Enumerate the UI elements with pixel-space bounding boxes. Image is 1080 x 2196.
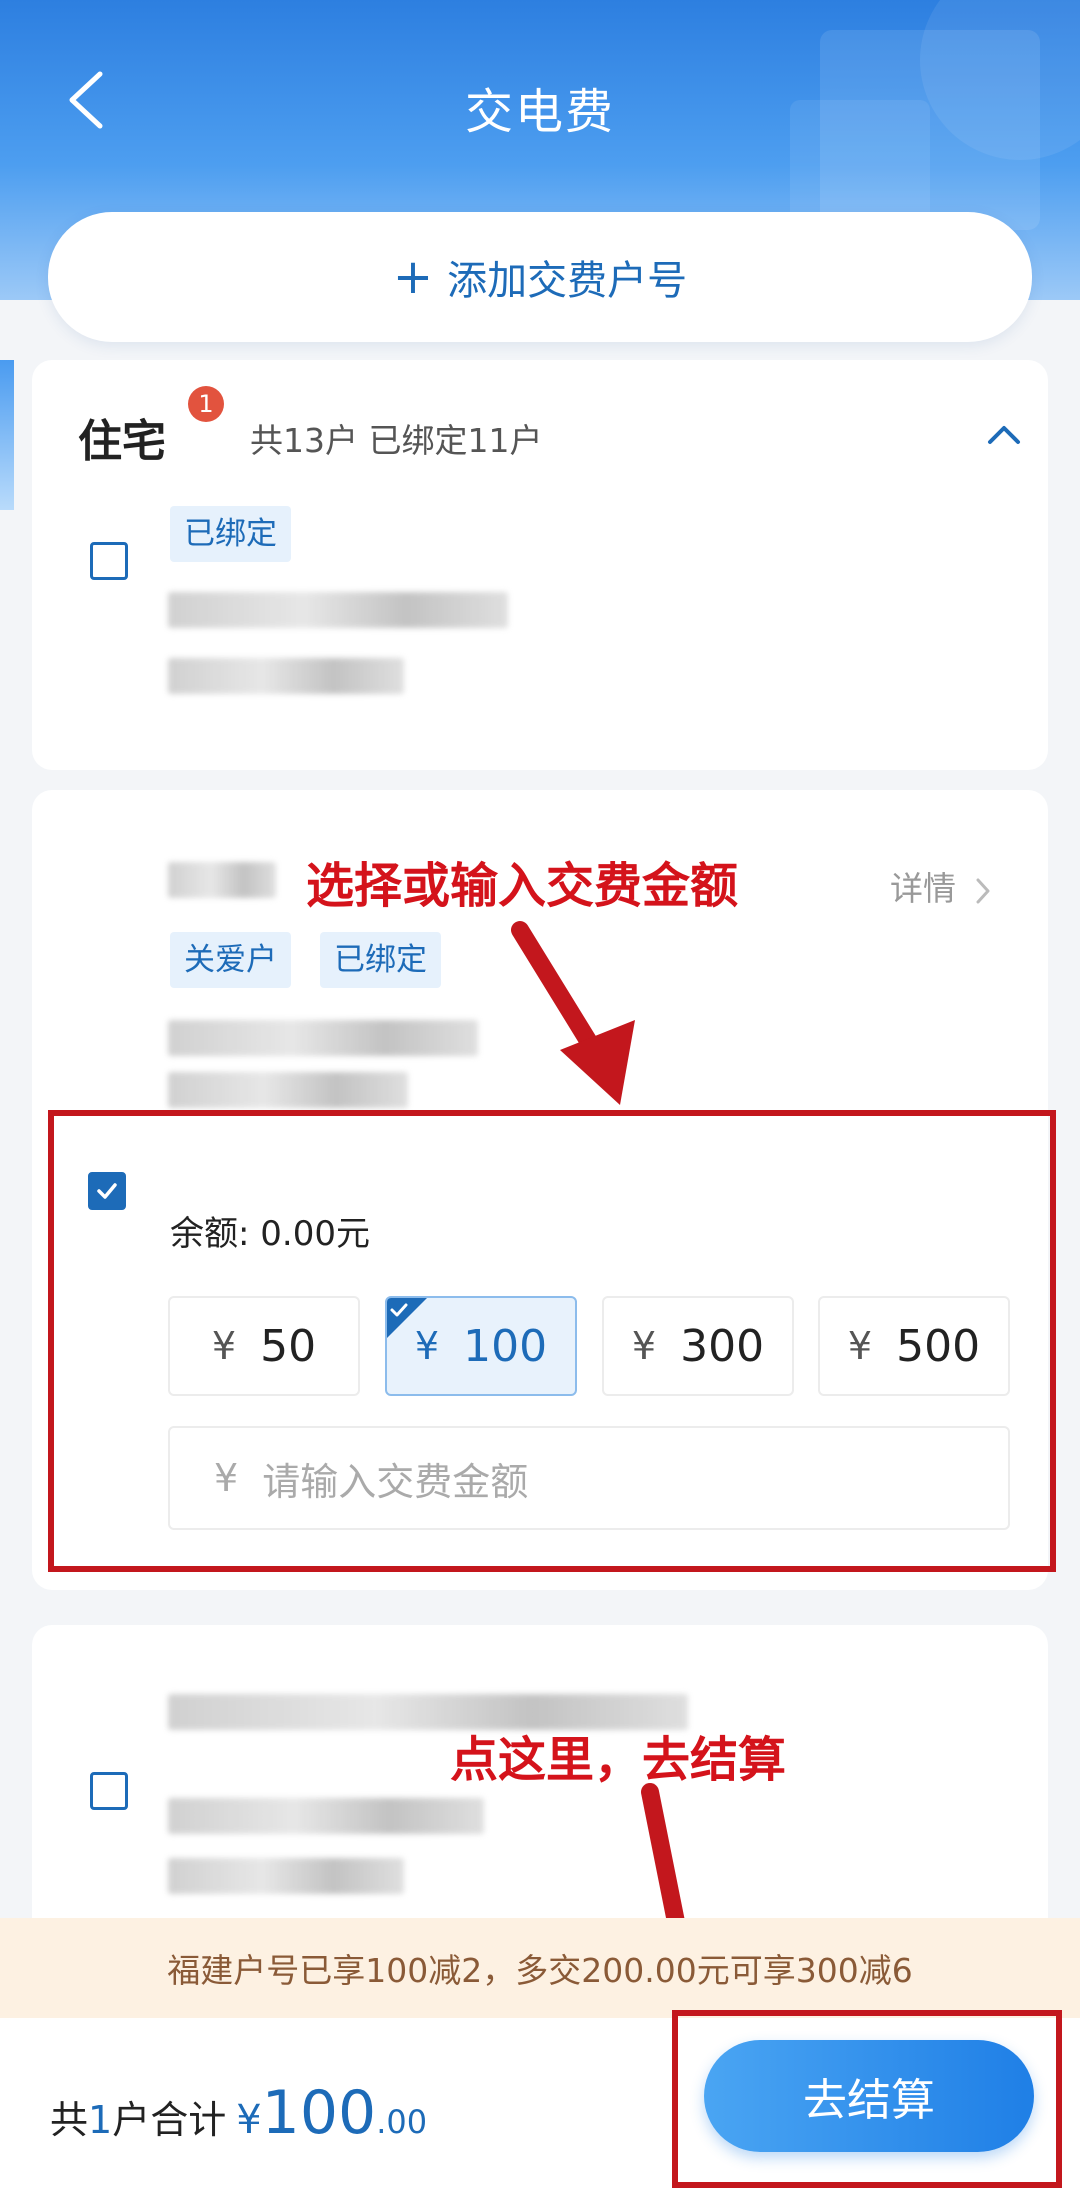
annotation-select-amount: 选择或输入交费金额 [306,858,739,914]
care-tag: 关爱户 [170,932,291,988]
masked-account-number [168,658,404,694]
page-title: 交电费 [464,84,615,140]
total-amount: 100 [261,2078,377,2148]
plus-icon: + [392,249,434,305]
masked-account-address [168,1020,478,1056]
masked-account-name [168,862,276,898]
detail-label: 详情 [890,869,956,908]
left-accent-strip [0,360,14,510]
notification-badge: 1 [188,386,224,422]
yen-symbol: ¥ [236,2097,262,2143]
account-checkbox[interactable] [90,542,128,580]
promo-text: 福建户号已享100减2，多交200.00元可享300减6 [167,1951,913,1990]
annotation-arrow-icon [511,921,635,1105]
add-account-button[interactable]: + 添加交费户号 [48,212,1032,342]
bound-tag: 已绑定 [170,506,291,562]
account-card [32,1625,1048,1955]
total-label: 户合计 [112,2098,227,2142]
total-amount-decimal: .00 [376,2103,428,2141]
masked-account-address [168,1798,484,1834]
account-checkbox[interactable] [90,1772,128,1810]
masked-account-number [168,1072,408,1108]
section-title: 住宅 [78,416,166,467]
bound-tag: 已绑定 [320,932,441,988]
masked-account-name [168,592,508,628]
account-count: 1 [88,2098,113,2142]
section-stats: 共13户 已绑定11户 [250,421,543,460]
annotation-checkout-box [672,2010,1062,2188]
total-summary: 共1户合计 ¥100.00 [50,2078,427,2148]
annotation-checkout-hint: 点这里，去结算 [450,1732,787,1788]
annotation-highlight-box [48,1110,1056,1572]
total-prefix: 共 [50,2098,89,2142]
chevron-right-icon [976,878,989,903]
chevron-up-icon[interactable] [984,418,1024,448]
detail-link[interactable]: 详情 [890,862,993,910]
add-account-label: 添加交费户号 [447,258,688,304]
masked-account-number [168,1858,404,1894]
promo-banner: 福建户号已享100减2，多交200.00元可享300减6 [0,1918,1080,2018]
